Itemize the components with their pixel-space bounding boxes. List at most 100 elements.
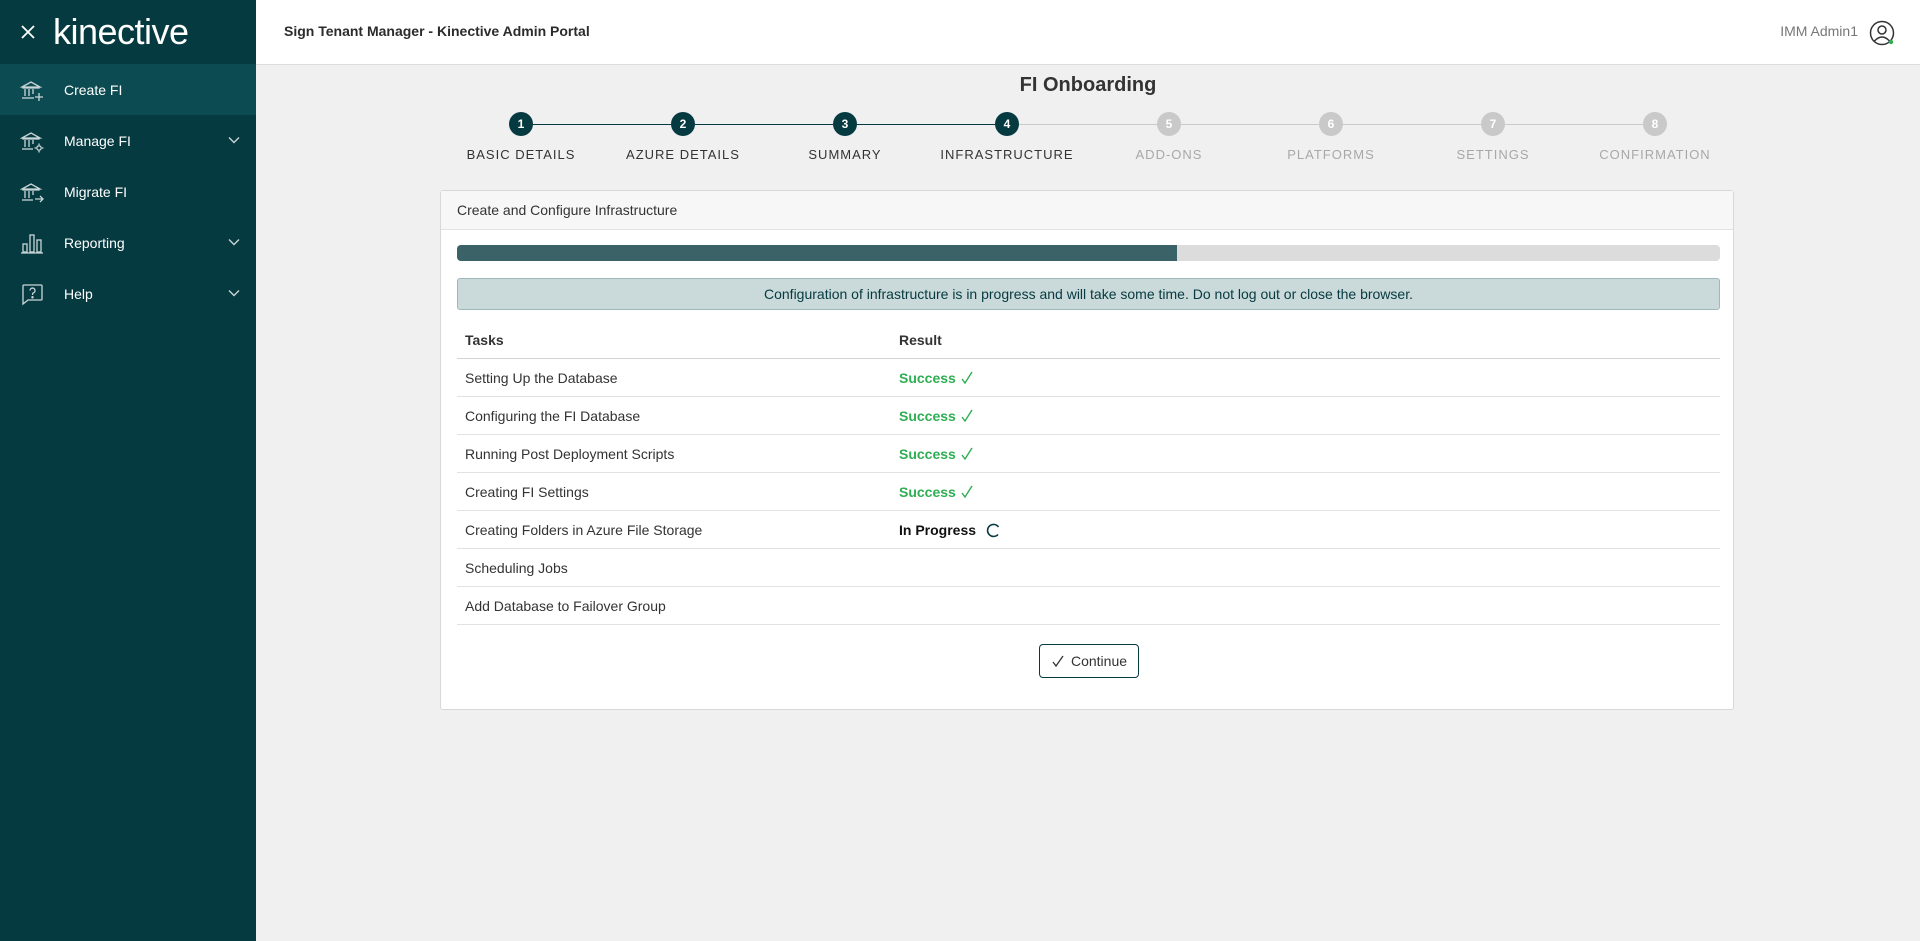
task-name: Setting Up the Database bbox=[457, 358, 891, 397]
task-name: Add Database to Failover Group bbox=[457, 586, 891, 625]
step-number: 1 bbox=[509, 112, 533, 136]
info-alert: Configuration of infrastructure is in pr… bbox=[457, 278, 1720, 310]
sidebar-item-label: Help bbox=[64, 285, 93, 302]
infrastructure-card: Create and Configure Infrastructure Conf… bbox=[440, 190, 1734, 710]
sidebar-item-label: Manage FI bbox=[64, 132, 131, 149]
close-icon bbox=[21, 25, 35, 39]
step-label: SUMMARY bbox=[808, 147, 882, 162]
check-icon bbox=[961, 409, 973, 422]
step-label: CONFIRMATION bbox=[1599, 147, 1711, 162]
step-number: 8 bbox=[1643, 112, 1667, 136]
step-number: 4 bbox=[995, 112, 1019, 136]
status-success: Success bbox=[899, 408, 973, 424]
task-result: In Progress bbox=[891, 510, 1720, 549]
column-header-result: Result bbox=[891, 321, 1720, 359]
step-6: 6 PLATFORMS bbox=[1250, 112, 1412, 162]
step-number: 7 bbox=[1481, 112, 1505, 136]
sidebar-item-migrate-fi[interactable]: Migrate FI bbox=[0, 166, 256, 217]
progress-fill bbox=[457, 245, 1177, 261]
status-text: Success bbox=[899, 369, 956, 386]
onboarding-stepper: 1 BASIC DETAILS 2 AZURE DETAILS 3 SUMMARY 4 INF… bbox=[440, 112, 1710, 172]
step-2: 2 AZURE DETAILS bbox=[602, 112, 764, 162]
step-5: 5 ADD-ONS bbox=[1088, 112, 1250, 162]
kinective-logo: kinective bbox=[53, 11, 189, 52]
step-1: 1 BASIC DETAILS bbox=[440, 112, 602, 162]
table-row: Running Post Deployment Scripts Success bbox=[457, 434, 1720, 473]
sidebar-item-label: Reporting bbox=[64, 234, 125, 251]
step-number: 2 bbox=[671, 112, 695, 136]
sidebar-item-manage-fi[interactable]: Manage FI bbox=[0, 115, 256, 166]
table-row: Add Database to Failover Group bbox=[457, 586, 1720, 625]
close-menu-button[interactable] bbox=[17, 21, 39, 43]
bar-chart-icon bbox=[19, 230, 45, 256]
table-row: Setting Up the Database Success bbox=[457, 358, 1720, 397]
status-success: Success bbox=[899, 446, 973, 462]
chevron-down-icon bbox=[228, 137, 240, 144]
step-4: 4 INFRASTRUCTURE bbox=[926, 112, 1088, 162]
task-name: Configuring the FI Database bbox=[457, 396, 891, 435]
top-header: Sign Tenant Manager - Kinective Admin Po… bbox=[256, 0, 1920, 65]
step-number: 6 bbox=[1319, 112, 1343, 136]
status-text: In Progress bbox=[899, 521, 977, 538]
task-name: Running Post Deployment Scripts bbox=[457, 434, 891, 473]
step-8: 8 CONFIRMATION bbox=[1574, 112, 1736, 162]
table-row: Configuring the FI Database Success bbox=[457, 396, 1720, 435]
check-icon bbox=[961, 371, 973, 384]
sidebar-item-label: Create FI bbox=[64, 81, 123, 98]
sidebar-item-create-fi[interactable]: Create FI bbox=[0, 64, 256, 115]
step-number: 3 bbox=[833, 112, 857, 136]
table-row: Creating Folders in Azure File Storage In… bbox=[457, 510, 1720, 549]
tasks-table: Tasks Result Setting Up the Database Succ… bbox=[457, 321, 1720, 625]
step-label: ADD-ONS bbox=[1135, 147, 1203, 162]
status-success: Success bbox=[899, 484, 973, 500]
task-name: Creating FI Settings bbox=[457, 472, 891, 511]
sidebar-brand: kinective bbox=[0, 0, 256, 64]
status-in-progress: In Progress bbox=[899, 522, 1003, 538]
help-bubble-icon bbox=[19, 281, 45, 307]
user-avatar-icon[interactable] bbox=[1869, 20, 1895, 46]
task-result bbox=[891, 586, 1720, 625]
task-result bbox=[891, 548, 1720, 587]
chevron-down-icon bbox=[228, 239, 240, 246]
check-icon bbox=[961, 485, 973, 498]
step-number: 5 bbox=[1157, 112, 1181, 136]
check-icon bbox=[961, 447, 973, 460]
chevron-down-icon bbox=[228, 290, 240, 297]
task-name: Scheduling Jobs bbox=[457, 548, 891, 587]
sidebar-item-label: Migrate FI bbox=[64, 183, 128, 200]
step-label: BASIC DETAILS bbox=[466, 147, 576, 162]
task-result: Success bbox=[891, 472, 1720, 511]
user-name[interactable]: IMM Admin1 bbox=[1780, 23, 1858, 39]
bank-plus-icon bbox=[19, 77, 45, 103]
status-success: Success bbox=[899, 370, 973, 386]
step-label: INFRASTRUCTURE bbox=[940, 147, 1074, 162]
app-title: Sign Tenant Manager - Kinective Admin Po… bbox=[284, 23, 590, 39]
progress-bar bbox=[457, 245, 1720, 261]
task-result: Success bbox=[891, 434, 1720, 473]
table-row: Scheduling Jobs bbox=[457, 548, 1720, 587]
table-header-row: Tasks Result bbox=[457, 321, 1720, 359]
step-label: AZURE DETAILS bbox=[626, 147, 740, 162]
step-label: PLATFORMS bbox=[1287, 147, 1375, 162]
spinner-icon bbox=[986, 523, 1000, 537]
card-title: Create and Configure Infrastructure bbox=[441, 191, 1733, 230]
bank-gear-icon bbox=[19, 128, 45, 154]
column-header-tasks: Tasks bbox=[457, 321, 891, 359]
table-row: Creating FI Settings Success bbox=[457, 472, 1720, 511]
page-title: FI Onboarding bbox=[1019, 74, 1157, 96]
sidebar-item-help[interactable]: Help bbox=[0, 268, 256, 319]
step-7: 7 SETTINGS bbox=[1412, 112, 1574, 162]
task-result: Success bbox=[891, 396, 1720, 435]
status-text: Success bbox=[899, 445, 956, 462]
bank-arrow-icon bbox=[19, 179, 45, 205]
continue-button[interactable]: Continue bbox=[1039, 644, 1139, 678]
sidebar: kinective Create FI Manage FI Migrate FI… bbox=[0, 0, 256, 941]
check-icon bbox=[1052, 655, 1064, 668]
sidebar-item-reporting[interactable]: Reporting bbox=[0, 217, 256, 268]
status-text: Success bbox=[899, 407, 956, 424]
step-label: SETTINGS bbox=[1456, 147, 1530, 162]
task-name: Creating Folders in Azure File Storage bbox=[457, 510, 891, 549]
step-3: 3 SUMMARY bbox=[764, 112, 926, 162]
continue-label: Continue bbox=[1070, 653, 1128, 669]
task-result: Success bbox=[891, 358, 1720, 397]
